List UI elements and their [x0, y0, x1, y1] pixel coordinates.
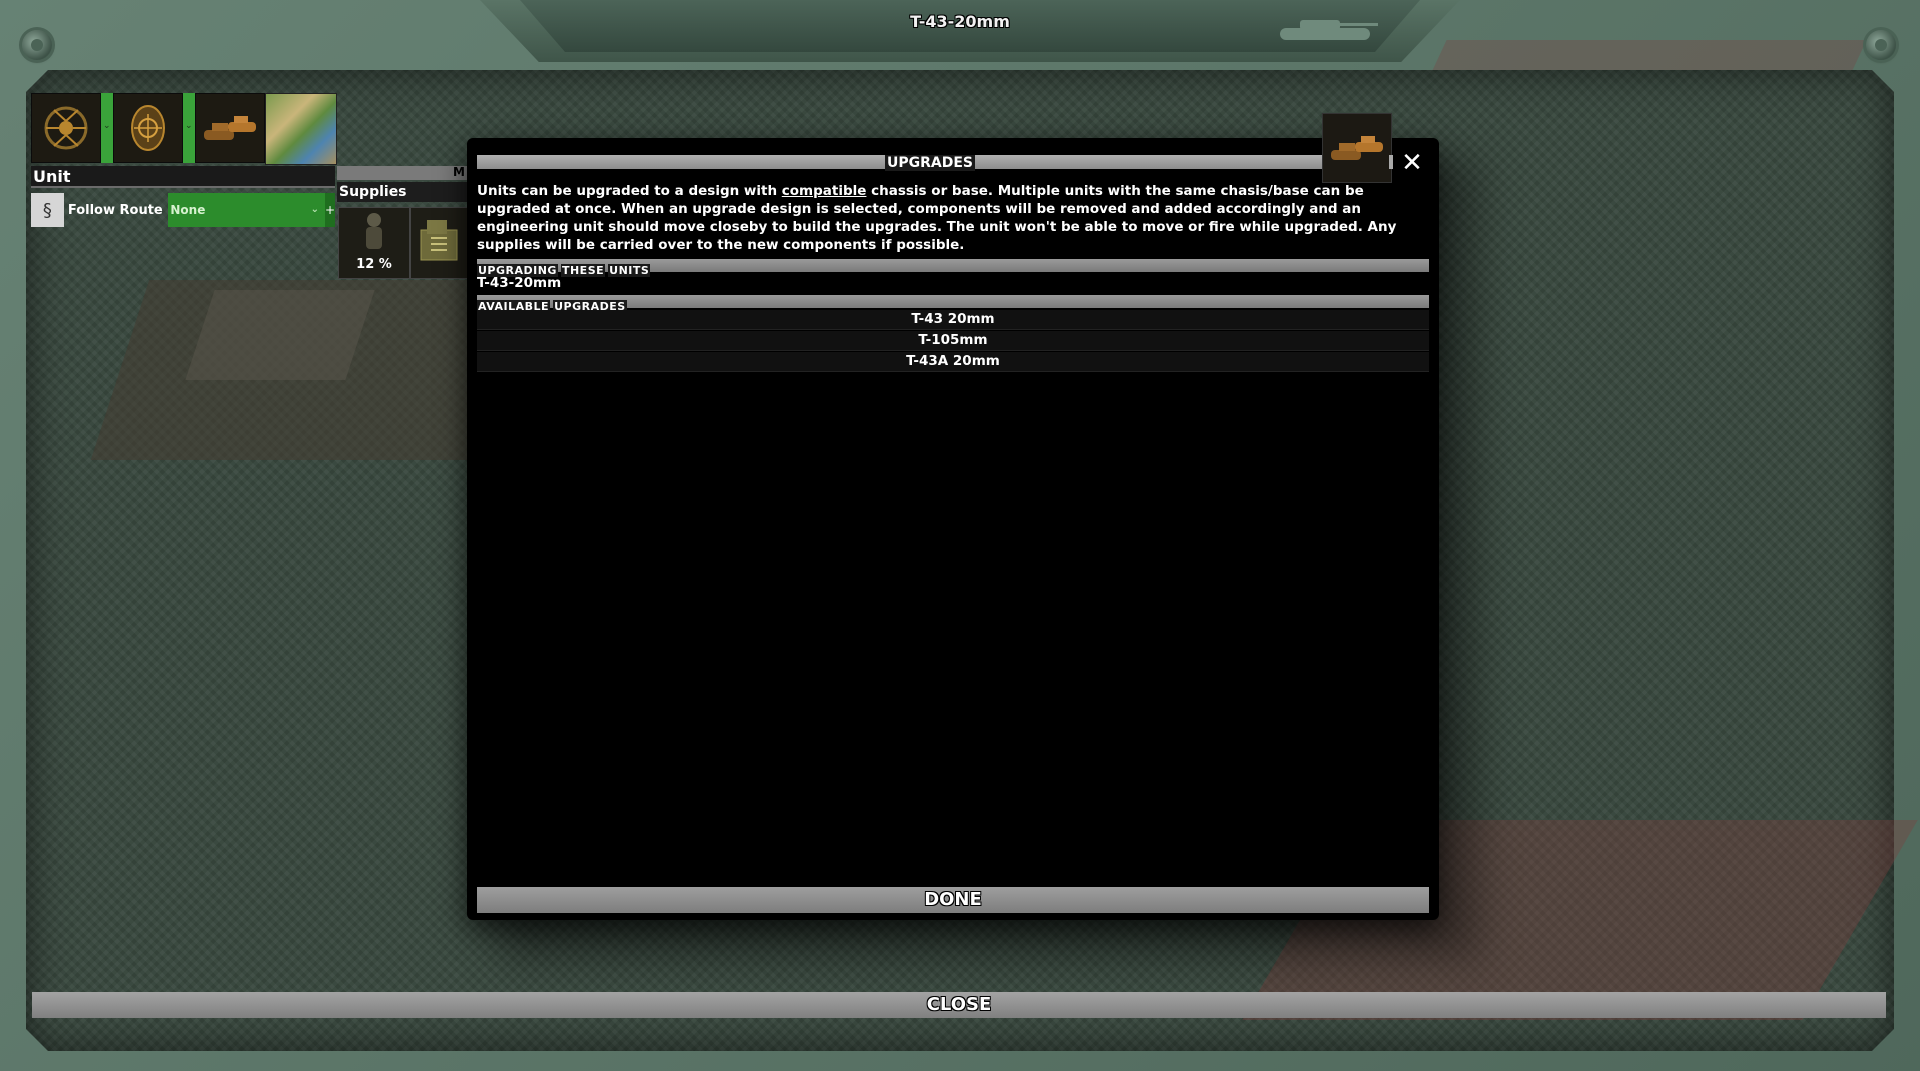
compatible-link[interactable]: compatible — [782, 183, 867, 199]
done-button[interactable]: DONE — [477, 887, 1429, 913]
supplies-tab-strip — [337, 166, 467, 180]
tank-unit-icon — [1322, 113, 1392, 183]
expand-tab[interactable]: ⌄ — [183, 93, 195, 163]
follow-route-label: Follow Route — [67, 202, 163, 218]
expand-tab[interactable]: ⌄ — [101, 93, 113, 163]
map-terrain-shape — [185, 290, 375, 380]
tank-silhouette-icon — [1280, 20, 1378, 40]
follow-route-row: § Follow Route None ⌄ + — [31, 193, 335, 227]
add-route-button[interactable]: + — [325, 193, 335, 227]
supply-crate-tile[interactable] — [410, 207, 469, 279]
supply-crate-icon — [420, 220, 458, 261]
target-emblem-icon[interactable] — [113, 93, 183, 163]
supplies-header: Supplies — [337, 182, 467, 202]
section-word: UNITS — [608, 264, 651, 277]
close-icon[interactable]: ✕ — [1399, 150, 1425, 176]
close-button[interactable]: CLOSE — [32, 992, 1886, 1018]
route-select[interactable]: None ⌄ — [168, 193, 325, 227]
upgrade-option[interactable]: T-105mm — [477, 331, 1429, 351]
upgrading-units-header: UPGRADING THESE UNITS — [477, 259, 1429, 277]
upgrades-dialog: UPGRADES ✕ Units can be upgraded to a de… — [467, 113, 1439, 920]
chevron-down-icon: ⌄ — [310, 204, 319, 215]
route-select-value: None — [170, 203, 206, 217]
upgrade-description: Units can be upgraded to a design with c… — [477, 182, 1427, 254]
supplies-tab-label[interactable]: M — [453, 165, 465, 179]
rivet-icon — [22, 30, 52, 60]
spider-emblem-icon[interactable] — [31, 93, 101, 163]
window-title: T-43-20mm — [910, 12, 1010, 31]
dialog-title: UPGRADES — [885, 155, 976, 171]
tank-unit-icon[interactable] — [195, 93, 265, 163]
upgrade-option[interactable]: T-43 20mm — [477, 310, 1429, 330]
upgrading-unit-name: T-43-20mm — [477, 275, 562, 291]
upgrade-option[interactable]: T-43A 20mm — [477, 352, 1429, 372]
unit-header: Unit — [31, 166, 335, 188]
supply-soldier-tile[interactable]: 12 % — [338, 207, 410, 279]
rivet-icon — [1866, 30, 1896, 60]
titlebar-end — [1389, 155, 1393, 169]
soldier-icon — [366, 213, 382, 249]
supply-percent: 12 % — [356, 257, 392, 272]
unit-portrait-row: ⌄ ⌄ — [31, 93, 337, 165]
section-word: THESE — [560, 264, 606, 277]
available-upgrades-header: AVAILABLE UPGRADES — [477, 295, 1429, 313]
map-thumbnail[interactable] — [265, 93, 337, 165]
description-text: Units can be upgraded to a design with — [477, 183, 782, 199]
route-icon[interactable]: § — [31, 193, 64, 227]
